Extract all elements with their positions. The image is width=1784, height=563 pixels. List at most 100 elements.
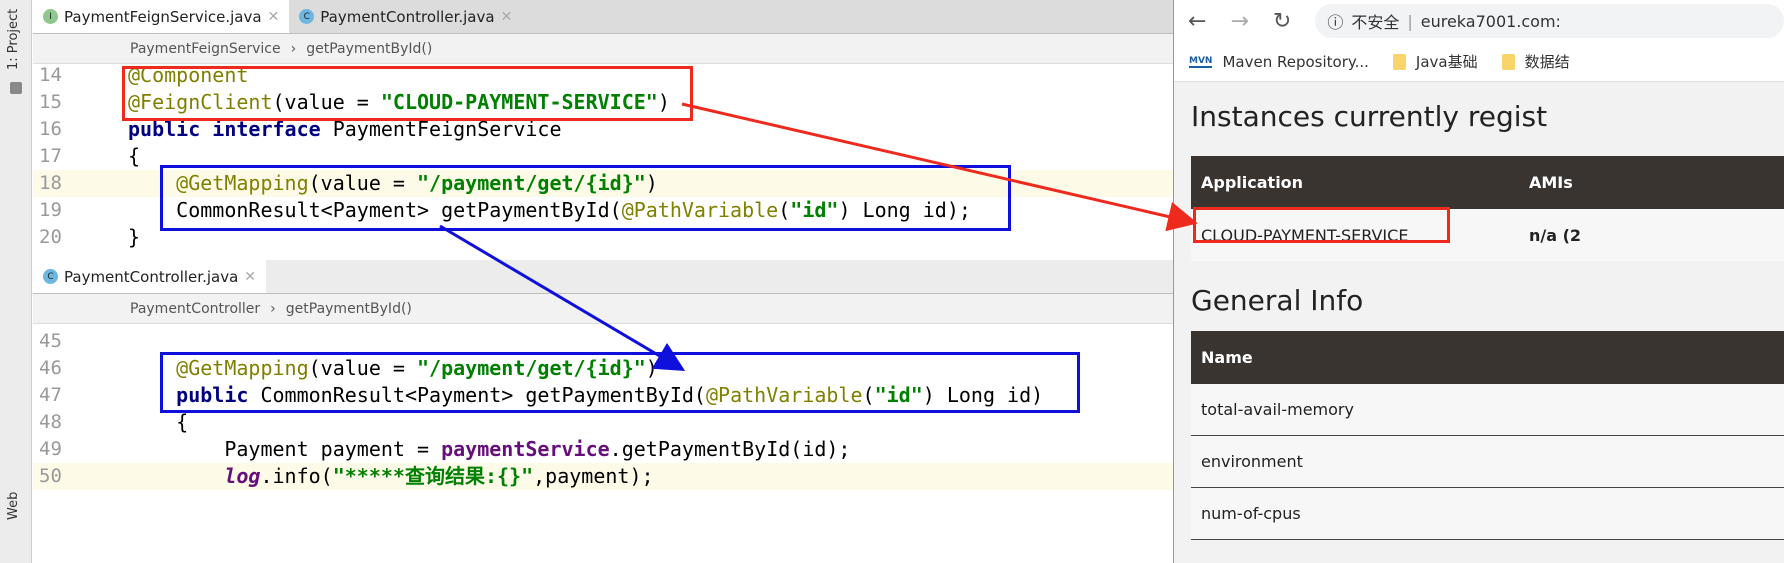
close-icon[interactable]: ✕ (244, 269, 256, 285)
code-line[interactable]: 50 log.info("*****查询结果:{}",payment); (33, 463, 1173, 490)
back-icon[interactable]: ← (1188, 9, 1206, 34)
code-token: Payment payment = (128, 437, 442, 461)
class-icon: C (299, 9, 315, 24)
info-name: total-avail-memory (1201, 400, 1354, 419)
code-line[interactable]: 15 @FeignClient(value = "CLOUD-PAYMENT-SE… (33, 89, 1173, 116)
browser-window: ← → ↻ ⓘ 不安全 | eureka7001.com: MVN Maven … (1173, 0, 1784, 563)
code-text: @Component (128, 62, 248, 89)
code-token: .info( (260, 464, 333, 488)
web-tool-button[interactable]: Web (6, 492, 21, 520)
bookmark-java[interactable]: Java基础 (1416, 51, 1478, 72)
code-token: ) (657, 90, 670, 114)
code-line[interactable]: 49 Payment payment = paymentService.getP… (33, 436, 1173, 463)
tab-label: PaymentController.java (320, 7, 495, 26)
breadcrumb-item[interactable]: getPaymentById() (306, 41, 432, 57)
code-token: "id" (790, 198, 839, 222)
code-token: @PathVariable (705, 383, 863, 407)
code-text: @FeignClient(value = "CLOUD-PAYMENT-SERV… (128, 89, 670, 116)
code-text: @GetMapping(value = "/payment/get/{id}") (128, 170, 658, 197)
info-row: total-avail-memory (1191, 384, 1784, 436)
code-text: @GetMapping(value = "/payment/get/{id}") (128, 355, 658, 382)
tab-payment-controller[interactable]: C PaymentController.java ✕ (289, 0, 522, 33)
project-tool-button[interactable]: 1: Project (6, 9, 21, 70)
code-token: CommonResult<Payment> getPaymentById( (128, 198, 622, 222)
code-token: "*****查询结果:{}" (332, 464, 534, 488)
code-line[interactable]: 16 public interface PaymentFeignService (33, 116, 1173, 143)
code-line[interactable]: 17 { (33, 143, 1173, 170)
folder-icon (10, 82, 22, 94)
breadcrumb: PaymentFeignService › getPaymentById() (33, 34, 1173, 64)
code-token: "/payment/get/{id}" (417, 171, 646, 195)
code-token: @GetMapping (128, 356, 309, 380)
tab-payment-feign-service[interactable]: I PaymentFeignService.java ✕ (33, 0, 290, 33)
url-text: eureka7001.com: (1420, 11, 1561, 31)
instances-heading: Instances currently regist (1191, 100, 1548, 133)
code-token: "/payment/get/{id}" (417, 356, 646, 380)
application-header: Application (1201, 173, 1304, 192)
code-line[interactable]: 19 CommonResult<Payment> getPaymentById(… (33, 197, 1173, 224)
code-token: @GetMapping (128, 171, 309, 195)
info-name: num-of-cpus (1201, 504, 1301, 523)
tab-label: PaymentController.java (64, 267, 239, 286)
close-icon[interactable]: ✕ (268, 9, 280, 25)
line-number: 49 (39, 438, 62, 460)
interface-icon: I (43, 9, 58, 24)
code-line[interactable]: 18 @GetMapping(value = "/payment/get/{id… (33, 170, 1173, 197)
maven-icon: MVN (1189, 55, 1213, 68)
code-token: { (128, 144, 141, 168)
class-icon: C (43, 269, 58, 284)
code-text: { (128, 143, 140, 170)
close-icon[interactable]: ✕ (501, 9, 513, 25)
info-name: environment (1201, 452, 1303, 471)
code-text: Payment payment = paymentService.getPaym… (128, 436, 850, 463)
chevron-right-icon: › (290, 40, 297, 57)
code-token: ( (862, 383, 875, 407)
breadcrumb-item[interactable]: getPaymentById() (286, 301, 412, 317)
code-token: (value = (308, 171, 417, 195)
instance-row: CLOUD-PAYMENT-SERVICE n/a (2 (1191, 209, 1784, 261)
code-token: public (128, 383, 261, 407)
code-token: "CLOUD-PAYMENT-SERVICE" (380, 90, 658, 114)
line-number: 16 (39, 118, 62, 140)
application-name[interactable]: CLOUD-PAYMENT-SERVICE (1201, 226, 1408, 245)
line-number: 15 (39, 91, 62, 113)
line-number: 50 (39, 465, 62, 487)
tab-label: PaymentFeignService.java (64, 7, 262, 26)
info-row: environment (1191, 436, 1784, 488)
instances-table-header: Application AMIs (1191, 156, 1784, 209)
general-info-heading: General Info (1191, 284, 1364, 317)
bookmark-data[interactable]: 数据结 (1525, 51, 1570, 72)
chevron-right-icon: › (270, 300, 276, 317)
code-line[interactable]: 20} (33, 224, 1173, 251)
address-bar[interactable]: ⓘ 不安全 | eureka7001.com: (1315, 4, 1784, 38)
code-token: ) Long id) (922, 383, 1044, 407)
editor-tabs-bottom: C PaymentController.java ✕ (33, 260, 1173, 294)
code-line[interactable]: 14 @Component (33, 62, 1173, 89)
code-line[interactable]: 47 public CommonResult<Payment> getPayme… (33, 382, 1173, 409)
amis-value: n/a (2 (1529, 225, 1582, 245)
code-token: { (128, 410, 189, 434)
name-header: Name (1201, 348, 1253, 367)
breadcrumb-item[interactable]: PaymentController (130, 301, 260, 317)
line-number: 48 (39, 411, 62, 433)
line-number: 17 (39, 145, 62, 167)
code-line[interactable]: 46 @GetMapping(value = "/payment/get/{id… (33, 355, 1173, 382)
code-token: @FeignClient (128, 90, 273, 114)
ide-editor: I PaymentFeignService.java ✕ C PaymentCo… (33, 0, 1173, 563)
code-text: } (128, 224, 140, 251)
code-text: public interface PaymentFeignService (128, 116, 561, 143)
bookmark-maven[interactable]: Maven Repository... (1222, 53, 1368, 71)
tab-payment-controller[interactable]: C PaymentController.java ✕ (33, 260, 267, 293)
code-token: ) Long id); (838, 198, 971, 222)
code-token: ,payment); (533, 464, 654, 488)
breadcrumb-item[interactable]: PaymentFeignService (130, 41, 281, 57)
code-token: @Component (128, 63, 249, 87)
code-token: } (128, 225, 141, 249)
code-line[interactable]: 45 (33, 328, 1173, 355)
code-line[interactable]: 48 { (33, 409, 1173, 436)
forward-icon[interactable]: → (1230, 9, 1248, 34)
reload-icon[interactable]: ↻ (1273, 9, 1291, 34)
code-token: @PathVariable (621, 198, 779, 222)
breadcrumb: PaymentController › getPaymentById() (33, 294, 1173, 324)
